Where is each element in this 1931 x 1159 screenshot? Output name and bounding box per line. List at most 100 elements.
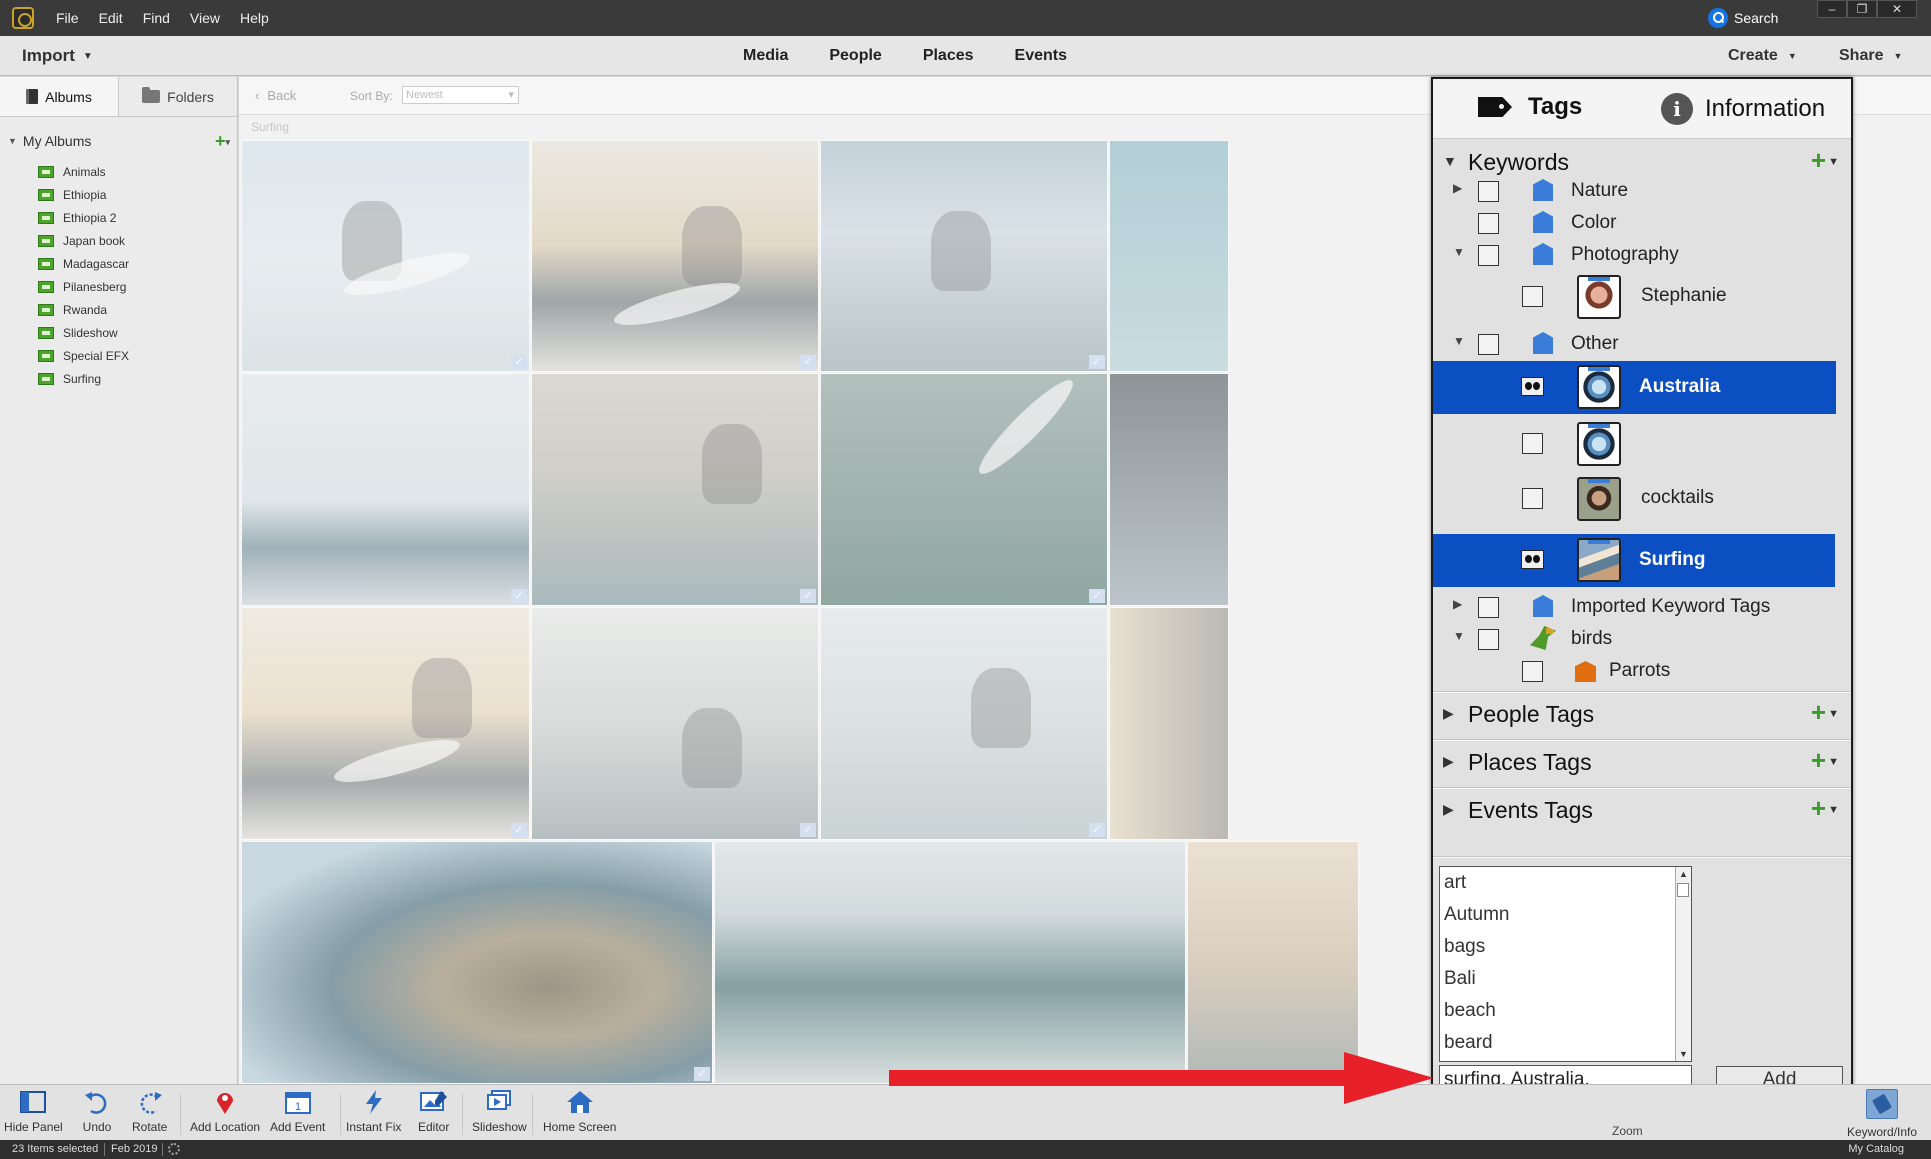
keyword-row-australia[interactable]: Australia — [1433, 361, 1836, 414]
expand-triangle-icon[interactable]: ▶ — [1453, 597, 1462, 611]
create-button[interactable]: Create ▼ — [1728, 47, 1797, 65]
tab-media[interactable]: Media — [743, 47, 788, 65]
expand-triangle-icon[interactable]: ▶ — [1443, 801, 1454, 818]
photo-thumbnail[interactable] — [1109, 140, 1229, 372]
back-button[interactable]: ‹ Back — [255, 88, 296, 103]
list-item[interactable]: art — [1440, 867, 1691, 899]
keyword-checkbox[interactable] — [1478, 629, 1499, 650]
menu-edit[interactable]: Edit — [99, 10, 123, 26]
catalog-name[interactable]: My Catalog — [1848, 1143, 1904, 1155]
photo-thumbnail[interactable]: ✓ — [820, 140, 1108, 372]
photo-thumbnail[interactable] — [1109, 373, 1229, 606]
close-button[interactable]: ✕ — [1877, 0, 1917, 18]
keyword-row-other[interactable]: ▼ Other — [1433, 328, 1851, 360]
photo-thumbnail[interactable]: ✓ — [531, 140, 819, 372]
my-albums-header[interactable]: ▼ My Albums +▾ — [8, 131, 230, 152]
hide-panel-button[interactable]: Hide Panel — [4, 1089, 63, 1134]
album-item-special-efx[interactable]: Special EFX — [38, 344, 129, 367]
keyword-checkbox[interactable] — [1478, 181, 1499, 202]
keyword-checkbox[interactable] — [1522, 661, 1543, 682]
photo-thumbnail[interactable] — [1187, 841, 1359, 1084]
photo-thumbnail[interactable]: ✓ — [820, 373, 1108, 606]
expand-triangle-icon[interactable]: ▶ — [1453, 181, 1462, 195]
tab-albums[interactable]: Albums — [0, 77, 119, 116]
list-item[interactable]: bags — [1440, 931, 1691, 963]
keyword-row-imported[interactable]: ▶ Imported Keyword Tags — [1433, 591, 1851, 623]
minimize-button[interactable]: – — [1817, 0, 1847, 18]
expand-triangle-icon[interactable]: ▶ — [1443, 753, 1454, 770]
binoculars-icon[interactable] — [1521, 550, 1544, 569]
list-item[interactable]: Bali — [1440, 963, 1691, 995]
add-places-tag-button[interactable]: + ▼ — [1811, 745, 1839, 776]
people-tags-section-header[interactable]: ▶ People Tags + ▼ — [1433, 697, 1851, 733]
add-keyword-button[interactable]: + ▼ — [1811, 145, 1839, 176]
keyword-row-parrots[interactable]: Parrots — [1433, 655, 1851, 687]
keyword-row-photography[interactable]: ▼ Photography — [1433, 239, 1851, 271]
binoculars-icon[interactable] — [1521, 377, 1544, 396]
photo-thumbnail[interactable] — [1109, 607, 1229, 840]
collapse-triangle-icon[interactable]: ▼ — [8, 136, 17, 146]
keyword-checkbox[interactable] — [1522, 286, 1543, 307]
keyword-checkbox[interactable] — [1478, 334, 1499, 355]
tab-events[interactable]: Events — [1015, 47, 1067, 65]
tab-places[interactable]: Places — [923, 47, 974, 65]
photo-thumbnail[interactable] — [714, 841, 1186, 1084]
tab-tags[interactable]: Tags — [1478, 93, 1582, 121]
tab-information[interactable]: i Information — [1661, 93, 1825, 125]
keyword-row-birds[interactable]: ▼ birds — [1433, 623, 1851, 655]
events-tags-section-header[interactable]: ▶ Events Tags + ▼ — [1433, 793, 1851, 829]
list-item[interactable]: beard — [1440, 1027, 1691, 1059]
menu-view[interactable]: View — [190, 10, 220, 26]
menu-file[interactable]: File — [56, 10, 79, 26]
album-item-ethiopia-2[interactable]: Ethiopia 2 — [38, 206, 129, 229]
rotate-button[interactable]: Rotate — [132, 1089, 167, 1134]
tab-folders[interactable]: Folders — [119, 77, 237, 116]
photo-thumbnail[interactable]: ✓ — [241, 140, 530, 372]
keyword-checkbox[interactable] — [1478, 213, 1499, 234]
keyword-checkbox[interactable] — [1478, 245, 1499, 266]
keyword-suggestion-list[interactable]: art Autumn bags Bali beach beard ▲ ▼ — [1439, 866, 1692, 1062]
album-item-slideshow[interactable]: Slideshow — [38, 321, 129, 344]
places-tags-section-header[interactable]: ▶ Places Tags + ▼ — [1433, 745, 1851, 781]
menu-find[interactable]: Find — [143, 10, 170, 26]
keyword-checkbox[interactable] — [1522, 433, 1543, 454]
keyword-row-unnamed[interactable] — [1433, 420, 1851, 468]
editor-button[interactable]: Editor — [418, 1089, 449, 1134]
import-button[interactable]: Import ▼ — [22, 46, 93, 66]
album-item-japan-book[interactable]: Japan book — [38, 229, 129, 252]
scroll-down-icon[interactable]: ▼ — [1676, 1047, 1691, 1061]
list-scrollbar[interactable]: ▲ ▼ — [1675, 867, 1691, 1061]
keyword-row-cocktails[interactable]: cocktails — [1433, 475, 1851, 523]
list-item[interactable]: beach — [1440, 995, 1691, 1027]
add-event-button[interactable]: 1 Add Event — [270, 1089, 325, 1134]
collapse-triangle-icon[interactable]: ▼ — [1443, 153, 1457, 169]
add-people-tag-button[interactable]: + ▼ — [1811, 697, 1839, 728]
collapse-triangle-icon[interactable]: ▼ — [1453, 629, 1465, 643]
keyword-checkbox[interactable] — [1522, 488, 1543, 509]
photo-thumbnail[interactable]: ✓ — [241, 607, 530, 840]
menu-help[interactable]: Help — [240, 10, 269, 26]
photo-thumbnail[interactable]: ✓ — [820, 607, 1108, 840]
add-album-button[interactable]: +▾ — [215, 131, 230, 152]
instant-fix-button[interactable]: Instant Fix — [346, 1089, 401, 1134]
album-item-rwanda[interactable]: Rwanda — [38, 298, 129, 321]
keyword-info-button[interactable]: Keyword/Info — [1847, 1089, 1917, 1139]
scroll-up-icon[interactable]: ▲ — [1676, 867, 1691, 881]
add-location-button[interactable]: Add Location — [190, 1089, 260, 1134]
keyword-row-surfing[interactable]: Surfing — [1433, 534, 1835, 587]
home-screen-button[interactable]: Home Screen — [543, 1089, 616, 1134]
scrollbar-thumb[interactable] — [1677, 883, 1689, 897]
slideshow-button[interactable]: Slideshow — [472, 1089, 527, 1134]
photo-thumbnail[interactable]: ✓ — [241, 373, 530, 606]
keyword-row-stephanie[interactable]: Stephanie — [1433, 275, 1851, 319]
album-item-ethiopia[interactable]: Ethiopia — [38, 183, 129, 206]
list-item[interactable]: Autumn — [1440, 899, 1691, 931]
album-item-surfing[interactable]: Surfing — [38, 367, 129, 390]
add-events-tag-button[interactable]: + ▼ — [1811, 793, 1839, 824]
collapse-triangle-icon[interactable]: ▼ — [1453, 245, 1465, 259]
keyword-row-color[interactable]: Color — [1433, 207, 1851, 239]
keyword-checkbox[interactable] — [1478, 597, 1499, 618]
album-item-madagascar[interactable]: Madagascar — [38, 252, 129, 275]
maximize-button[interactable]: ❐ — [1847, 0, 1877, 18]
share-button[interactable]: Share ▼ — [1839, 47, 1902, 65]
